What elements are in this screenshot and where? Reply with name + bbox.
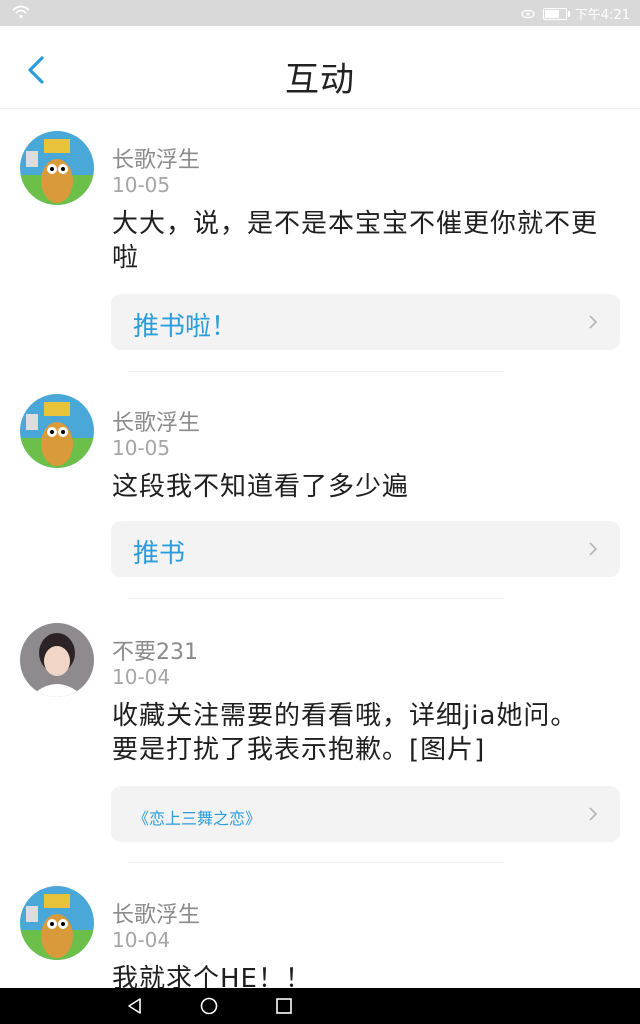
post-date: 10-05	[112, 173, 171, 197]
book-link-card[interactable]: 推书啦！	[111, 294, 620, 350]
book-title: 推书	[133, 539, 186, 569]
battery-icon	[542, 7, 570, 20]
page-title: 互动	[285, 60, 355, 100]
comment-text: 收藏关注需要的看看哦，详细jia她问。要是打扰了我表示抱歉。[图片]	[112, 701, 578, 765]
divider	[128, 862, 504, 863]
chevron-right-icon	[589, 542, 598, 556]
post-date: 10-04	[112, 928, 171, 952]
avatar[interactable]	[20, 394, 94, 468]
app-header: 互动	[0, 26, 640, 109]
book-link-card[interactable]: 推书	[111, 521, 620, 577]
comment-text: 这段我不知道看了多少遍	[112, 472, 410, 502]
status-bar: 下午4:21	[0, 0, 640, 26]
book-title: 《恋上三舞之恋》	[133, 809, 262, 828]
chevron-right-icon	[589, 807, 598, 821]
status-time: 下午4:21	[574, 8, 630, 23]
chevron-right-icon	[589, 315, 598, 329]
book-title: 推书啦！	[133, 312, 238, 342]
username[interactable]: 长歌浮生	[112, 405, 200, 437]
nav-recents-icon[interactable]	[274, 996, 294, 1016]
navigation-bar	[0, 988, 640, 1024]
nav-home-icon[interactable]	[199, 996, 219, 1016]
book-link-card[interactable]: 《恋上三舞之恋》	[111, 786, 620, 842]
comment-text: 大大，说，是不是本宝宝不催更你就不更啦	[112, 209, 599, 273]
wifi-icon	[12, 5, 30, 19]
nav-back-icon[interactable]	[125, 996, 145, 1016]
avatar[interactable]	[20, 131, 94, 205]
post-date: 10-05	[112, 436, 171, 460]
divider	[128, 371, 504, 372]
post-date: 10-04	[112, 665, 171, 689]
eye-icon	[521, 9, 535, 18]
avatar[interactable]	[20, 886, 94, 960]
username[interactable]: 长歌浮生	[112, 142, 200, 174]
divider	[128, 598, 504, 599]
username[interactable]: 不要231	[112, 634, 198, 666]
username[interactable]: 长歌浮生	[112, 897, 200, 929]
avatar[interactable]	[20, 623, 94, 697]
